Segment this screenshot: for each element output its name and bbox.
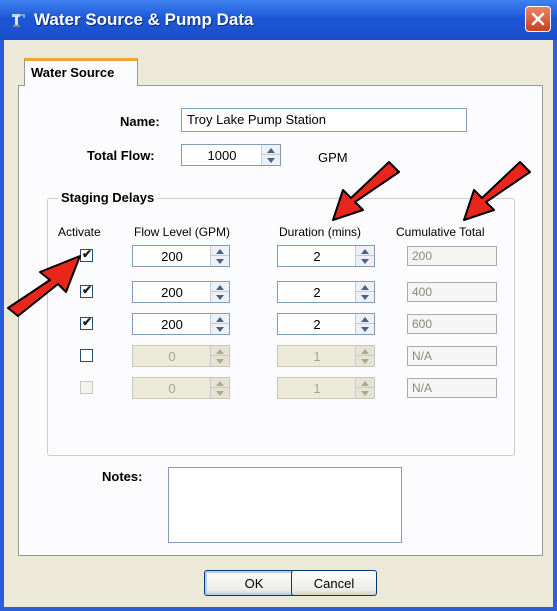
duration-spinner[interactable]: 2 — [277, 313, 375, 335]
pump-app-icon — [12, 14, 25, 27]
notes-textarea[interactable] — [168, 467, 402, 543]
flow-level-spinner[interactable]: 0 — [132, 345, 230, 367]
dialog-window: Water Source & Pump Data Water Source Na… — [0, 0, 557, 611]
cumulative-total-field: N/A — [407, 378, 497, 398]
spin-down-icon[interactable] — [356, 324, 374, 334]
spin-down-icon[interactable] — [211, 388, 229, 398]
spin-down-icon[interactable] — [211, 256, 229, 266]
duration-spinner-value: 1 — [313, 381, 321, 396]
total-flow-spinner[interactable]: 1000 — [181, 144, 281, 166]
total-flow-label: Total Flow: — [87, 148, 155, 163]
duration-spinner[interactable]: 1 — [277, 377, 375, 399]
spin-up-icon[interactable] — [356, 346, 374, 356]
duration-spinner-value: 2 — [313, 285, 321, 300]
flow-level-spinner[interactable]: 200 — [132, 281, 230, 303]
spin-down-icon[interactable] — [211, 356, 229, 366]
duration-spinner-value: 2 — [313, 317, 321, 332]
total-flow-value: 1000 — [207, 148, 237, 163]
spin-down-icon[interactable] — [356, 256, 374, 266]
cumulative-total-field: 600 — [407, 314, 497, 334]
duration-spinner[interactable]: 2 — [277, 281, 375, 303]
spin-up-icon[interactable] — [211, 282, 229, 292]
spin-up-icon[interactable] — [211, 314, 229, 324]
spin-up-icon[interactable] — [262, 145, 280, 155]
duration-spinner-value: 1 — [313, 349, 321, 364]
spin-down-icon[interactable] — [356, 356, 374, 366]
close-button[interactable] — [525, 6, 551, 32]
cumulative-total-field: N/A — [407, 346, 497, 366]
header-flow-level: Flow Level (GPM) — [134, 225, 231, 239]
cumulative-total-field: 400 — [407, 282, 497, 302]
activate-checkbox[interactable] — [80, 381, 93, 394]
cancel-button[interactable]: Cancel — [291, 570, 377, 596]
header-activate: Activate — [58, 225, 101, 239]
flow-level-spinner-value: 200 — [161, 249, 183, 264]
spin-down-icon[interactable] — [356, 292, 374, 302]
header-cumulative-total: Cumulative Total — [396, 225, 485, 239]
spin-up-icon[interactable] — [211, 378, 229, 388]
ok-button[interactable]: OK — [204, 570, 304, 596]
duration-spinner[interactable]: 2 — [277, 245, 375, 267]
flow-level-spinner-value: 0 — [168, 381, 176, 396]
annotation-arrow-icon — [463, 161, 531, 221]
title-bar[interactable]: Water Source & Pump Data — [0, 0, 557, 40]
annotation-arrow-icon — [7, 255, 81, 317]
tab-water-source[interactable]: Water Source — [24, 58, 138, 86]
name-input[interactable]: Troy Lake Pump Station — [181, 108, 467, 132]
annotation-arrow-icon — [332, 161, 400, 221]
spin-down-icon[interactable] — [262, 155, 280, 165]
duration-spinner[interactable]: 1 — [277, 345, 375, 367]
spin-down-icon[interactable] — [211, 324, 229, 334]
notes-label: Notes: — [102, 469, 143, 484]
flow-level-spinner[interactable]: 200 — [132, 313, 230, 335]
spin-up-icon[interactable] — [356, 282, 374, 292]
header-duration: Duration (mins) — [279, 225, 362, 239]
window-title: Water Source & Pump Data — [34, 10, 254, 29]
close-icon — [531, 12, 545, 26]
name-label: Name: — [120, 114, 160, 129]
activate-checkbox[interactable] — [80, 349, 93, 362]
spin-up-icon[interactable] — [356, 314, 374, 324]
spin-down-icon[interactable] — [356, 388, 374, 398]
duration-spinner-value: 2 — [313, 249, 321, 264]
spin-down-icon[interactable] — [211, 292, 229, 302]
spin-up-icon[interactable] — [356, 246, 374, 256]
spin-up-icon[interactable] — [356, 378, 374, 388]
flow-level-spinner-value: 0 — [168, 349, 176, 364]
spin-up-icon[interactable] — [211, 346, 229, 356]
staging-delays-title: Staging Delays — [58, 190, 158, 205]
flow-level-spinner-value: 200 — [161, 285, 183, 300]
spin-up-icon[interactable] — [211, 246, 229, 256]
flow-level-spinner[interactable]: 0 — [132, 377, 230, 399]
cumulative-total-field: 200 — [407, 246, 497, 266]
flow-level-spinner[interactable]: 200 — [132, 245, 230, 267]
flow-level-spinner-value: 200 — [161, 317, 183, 332]
